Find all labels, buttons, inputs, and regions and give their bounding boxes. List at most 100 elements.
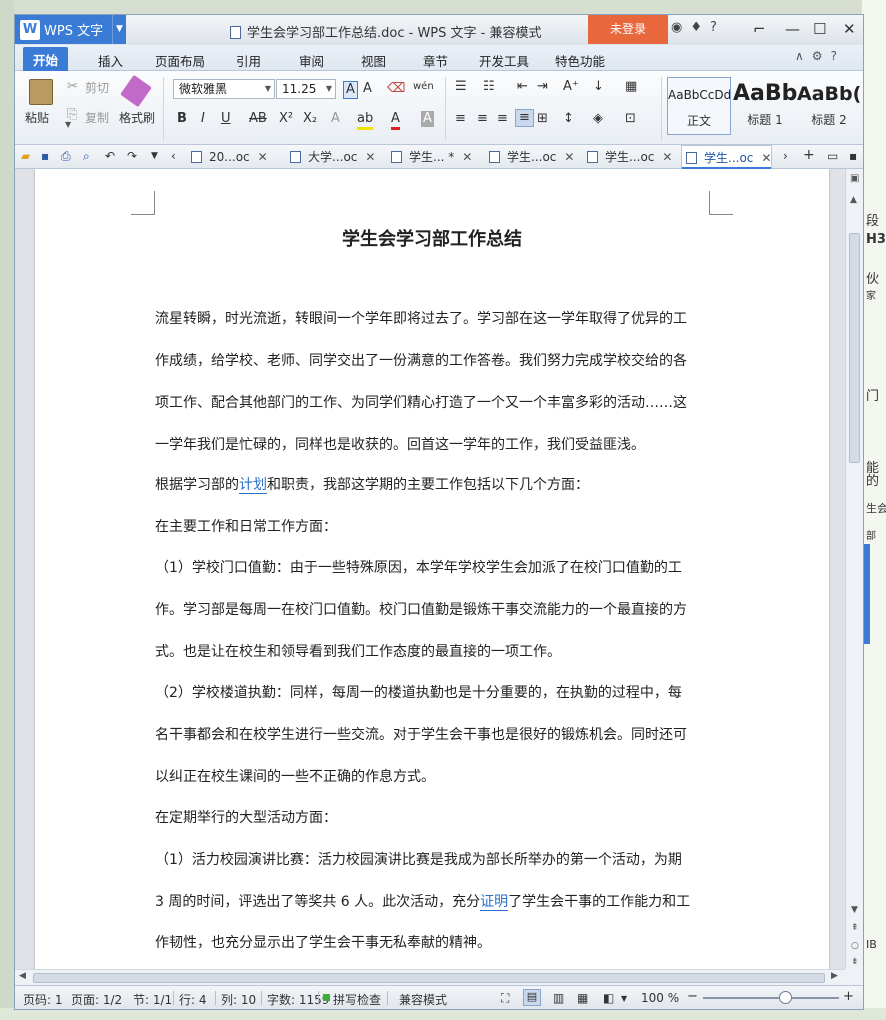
- close-icon[interactable]: ✕: [843, 20, 856, 38]
- zoom-in-icon[interactable]: +: [843, 989, 854, 1004]
- paste-button[interactable]: 粘贴: [25, 109, 49, 126]
- zoom-slider[interactable]: [703, 997, 839, 999]
- next-page-icon[interactable]: ⇟: [851, 957, 859, 967]
- underline-icon[interactable]: U: [221, 111, 231, 127]
- feedback-icon[interactable]: ◉: [671, 20, 682, 35]
- char-shading-icon[interactable]: A: [421, 111, 434, 127]
- phonetic-icon[interactable]: wén: [413, 79, 434, 95]
- font-size-select[interactable]: 11.25 ▼: [276, 79, 336, 99]
- close-tab-icon[interactable]: ✕: [258, 150, 268, 164]
- format-painter-icon[interactable]: [120, 74, 152, 108]
- copy-button[interactable]: 复制: [85, 109, 109, 126]
- tab-menu-icon[interactable]: ▪: [849, 149, 857, 163]
- horizontal-scrollbar[interactable]: ◀ ▶: [15, 969, 845, 985]
- tab-page-layout[interactable]: 页面布局: [155, 51, 205, 70]
- grow-font-icon[interactable]: A: [343, 81, 358, 99]
- undo-icon[interactable]: ↶: [105, 149, 115, 163]
- sort-icon[interactable]: ↓: [593, 79, 604, 95]
- quick-access-menu-icon[interactable]: ▼: [151, 151, 158, 161]
- doc-tab[interactable]: 大学...oc ✕: [286, 145, 375, 169]
- doc-tab[interactable]: 20...oc ✕: [187, 145, 268, 169]
- fullscreen-icon[interactable]: ⛶: [501, 991, 509, 1006]
- link-plan[interactable]: 计划: [239, 477, 267, 494]
- table-icon[interactable]: ▦: [625, 79, 637, 95]
- cut-button[interactable]: 剪切: [85, 79, 109, 96]
- tab-scroll-left-icon[interactable]: ‹: [171, 149, 176, 163]
- change-case-icon[interactable]: A⁺: [563, 79, 579, 95]
- tab-insert[interactable]: 插入: [98, 51, 123, 70]
- tab-review[interactable]: 审阅: [299, 51, 324, 70]
- reading-view-icon[interactable]: ◧: [603, 991, 614, 1005]
- web-view-icon[interactable]: ▦: [577, 991, 588, 1005]
- shading-icon[interactable]: ◈: [593, 111, 603, 127]
- bold-icon[interactable]: B: [177, 111, 187, 127]
- clear-format-icon[interactable]: ⌫: [387, 81, 405, 97]
- italic-icon[interactable]: I: [201, 111, 205, 127]
- vertical-scrollbar[interactable]: ▣ ▲ ▼ ⇞ ○ ⇟: [845, 169, 863, 969]
- help-icon[interactable]: ?: [710, 20, 717, 35]
- doc-map-icon[interactable]: ▣: [850, 173, 859, 184]
- ribbon-help-icon[interactable]: ?: [831, 49, 837, 63]
- tab-list-icon[interactable]: ▭: [827, 149, 838, 163]
- redo-icon[interactable]: ↷: [127, 149, 137, 163]
- numbering-icon[interactable]: ☷: [483, 79, 495, 95]
- print-preview-icon[interactable]: ⌕: [83, 149, 90, 164]
- scroll-right-icon[interactable]: ▶: [831, 971, 838, 981]
- close-tab-icon[interactable]: ✕: [662, 150, 672, 164]
- maximize-icon[interactable]: ☐: [813, 20, 826, 38]
- align-right-icon[interactable]: ≡: [497, 111, 508, 127]
- outline-view-icon[interactable]: ▥: [553, 991, 564, 1005]
- zoom-slider-thumb[interactable]: [778, 991, 792, 1004]
- align-left-icon[interactable]: ≡: [455, 111, 466, 127]
- print-icon[interactable]: ⎙: [61, 149, 71, 164]
- skin-icon[interactable]: ♦: [690, 20, 702, 35]
- spell-check-button[interactable]: 拼写检查: [333, 991, 381, 1008]
- tab-developer[interactable]: 开发工具: [479, 51, 529, 70]
- scroll-down-icon[interactable]: ▼: [851, 905, 858, 915]
- minimize-icon[interactable]: —: [785, 20, 800, 38]
- close-tab-icon[interactable]: ✕: [462, 150, 472, 164]
- chevron-down-icon[interactable]: ▼: [112, 15, 126, 44]
- app-menu-button[interactable]: W WPS 文字 ▼: [15, 15, 126, 44]
- tab-special[interactable]: 特色功能: [555, 51, 605, 70]
- tab-chapter[interactable]: 章节: [423, 51, 448, 70]
- scroll-thumb[interactable]: [33, 973, 825, 983]
- borders-icon[interactable]: ⊡: [625, 111, 636, 127]
- prev-page-icon[interactable]: ⇞: [851, 923, 859, 933]
- font-family-select[interactable]: 微软雅黑 ▼: [173, 79, 275, 99]
- zoom-level[interactable]: 100 %: [641, 991, 679, 1005]
- paste-icon[interactable]: [29, 79, 53, 105]
- align-center-icon[interactable]: ≡: [477, 111, 488, 127]
- close-tab-icon[interactable]: ✕: [761, 151, 771, 165]
- link-proof[interactable]: 证明: [480, 894, 509, 911]
- settings-icon[interactable]: ⚙: [812, 49, 823, 63]
- decrease-indent-icon[interactable]: ⇤: [517, 79, 528, 95]
- doc-tab[interactable]: 学生...oc ✕: [485, 145, 574, 169]
- superscript-icon[interactable]: X²: [279, 111, 293, 127]
- view-menu-icon[interactable]: ▼: [621, 994, 627, 1003]
- bullets-icon[interactable]: ☰: [455, 79, 467, 95]
- style-heading-1[interactable]: AaBb 标题 1: [733, 77, 797, 135]
- zoom-out-icon[interactable]: −: [687, 989, 698, 1004]
- close-tab-icon[interactable]: ✕: [365, 150, 375, 164]
- collapse-ribbon-icon[interactable]: ∧: [795, 49, 804, 63]
- tab-view[interactable]: 视图: [361, 51, 386, 70]
- text-effect-icon[interactable]: A: [331, 111, 340, 127]
- scroll-left-icon[interactable]: ◀: [19, 971, 26, 981]
- subscript-icon[interactable]: X₂: [303, 111, 317, 127]
- tab-home[interactable]: 开始: [23, 47, 69, 71]
- restore-ribbon-icon[interactable]: ⌐: [753, 20, 766, 38]
- page-view-icon[interactable]: ▤: [523, 989, 541, 1006]
- tab-references[interactable]: 引用: [236, 51, 261, 70]
- doc-tab[interactable]: 学生...oc ✕: [583, 145, 672, 169]
- doc-tab[interactable]: 学生... * ✕: [387, 145, 472, 169]
- style-heading-2[interactable]: AaBb(标题 2: [797, 77, 861, 135]
- new-tab-icon[interactable]: +: [803, 147, 815, 163]
- highlight-icon[interactable]: ab: [357, 111, 374, 130]
- save-icon[interactable]: ▪: [41, 149, 49, 163]
- scroll-up-icon[interactable]: ▲: [850, 195, 857, 205]
- shrink-font-icon[interactable]: A: [363, 81, 372, 97]
- login-button[interactable]: 未登录: [588, 15, 668, 44]
- doc-tab-active[interactable]: 学生...oc ✕: [681, 145, 773, 170]
- format-painter-button[interactable]: 格式刷: [119, 109, 155, 126]
